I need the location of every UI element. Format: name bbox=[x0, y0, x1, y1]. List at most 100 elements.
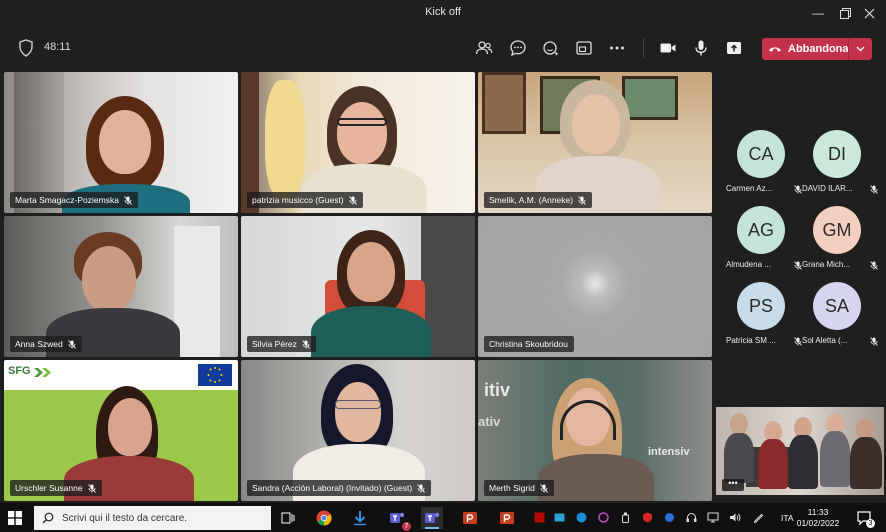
powerpoint-app[interactable] bbox=[459, 507, 481, 529]
attendee-name: Patricia SM ... bbox=[726, 336, 776, 345]
downloads-app[interactable] bbox=[349, 507, 371, 529]
participant-name: patrizia musicco (Guest) bbox=[252, 195, 344, 205]
participant-name: Christina Skoubridou bbox=[489, 339, 568, 349]
avatar: PS bbox=[737, 282, 785, 330]
video-tile[interactable]: itiv ativ intensiv Merth Sigrid bbox=[478, 360, 712, 501]
participant-nameplate: Marta Smagacz-Poziemska bbox=[10, 192, 138, 208]
reactions-button[interactable] bbox=[540, 37, 562, 59]
mic-off-icon bbox=[348, 195, 357, 205]
participant-name: Merth Sigrid bbox=[489, 483, 535, 493]
avatar: AG bbox=[737, 206, 785, 254]
video-tile[interactable]: Sandra (Acción Laboral) (Invitado) (Gues… bbox=[241, 360, 475, 501]
video-tile[interactable]: SFG Urschler Susanne bbox=[4, 360, 238, 501]
sync-tray-icon[interactable] bbox=[663, 511, 675, 524]
more-icon bbox=[610, 46, 624, 50]
avatar: DI bbox=[813, 130, 861, 178]
leave-options-button[interactable] bbox=[852, 42, 868, 56]
teams-icon bbox=[425, 512, 440, 523]
meeting-timer: 48:11 bbox=[44, 41, 71, 53]
headset-tray-icon[interactable] bbox=[685, 511, 697, 524]
participant-name: Anna Szwed bbox=[15, 339, 63, 349]
notifications-button[interactable]: 3 bbox=[856, 510, 875, 528]
participant-nameplate: Sandra (Acción Laboral) (Invitado) (Gues… bbox=[247, 480, 432, 496]
attendee-card[interactable]: CA Carmen Az... bbox=[726, 130, 802, 200]
microphone-button[interactable] bbox=[690, 37, 712, 59]
search-icon bbox=[42, 512, 54, 524]
system-clock[interactable]: 11:33 01/02/2022 bbox=[796, 507, 840, 529]
usb-tray-icon[interactable] bbox=[619, 511, 631, 524]
video-tile[interactable]: Silvia Pérez bbox=[241, 216, 475, 357]
powerpoint-app-2[interactable] bbox=[496, 507, 518, 529]
taskbar-search-input[interactable]: Scrivi qui il testo da cercare. bbox=[34, 506, 271, 530]
rooms-icon bbox=[576, 41, 592, 55]
network-tray-icon[interactable] bbox=[707, 511, 719, 524]
mic-off-icon bbox=[794, 185, 802, 194]
acrobat-tray-icon[interactable] bbox=[533, 511, 545, 524]
video-tile[interactable]: Anna Szwed bbox=[4, 216, 238, 357]
participant-nameplate: Urschler Susanne bbox=[10, 480, 102, 496]
clock-time: 11:33 bbox=[807, 507, 829, 517]
attendee-name: DAVID ILAR... bbox=[802, 184, 853, 193]
leave-button[interactable]: Abbandona bbox=[762, 38, 872, 60]
rooms-button[interactable] bbox=[573, 37, 595, 59]
notification-count: 3 bbox=[866, 519, 875, 528]
antivirus-tray-icon[interactable] bbox=[641, 511, 653, 524]
clock-date: 01/02/2022 bbox=[796, 518, 840, 528]
attendee-card[interactable]: DI DAVID ILAR... bbox=[802, 130, 878, 200]
attendee-name: Carmen Az... bbox=[726, 184, 773, 193]
self-view-video[interactable]: ••• bbox=[716, 407, 884, 495]
chrome-icon bbox=[316, 510, 332, 526]
mic-icon bbox=[695, 40, 707, 56]
participant-name: Marta Smagacz-Poziemska bbox=[15, 195, 119, 205]
participant-name: Smelik, A.M. (Anneke) bbox=[489, 195, 574, 205]
video-tile[interactable]: patrizia musicco (Guest) bbox=[241, 72, 475, 213]
close-icon bbox=[864, 8, 874, 18]
chrome-app[interactable] bbox=[313, 507, 335, 529]
camera-button[interactable] bbox=[657, 37, 679, 59]
toolbar-divider bbox=[643, 38, 644, 58]
video-tile[interactable]: Marta Smagacz-Poziemska bbox=[4, 72, 238, 213]
wall-text: ativ bbox=[478, 414, 501, 429]
attendee-card[interactable]: GM Grana Mich... bbox=[802, 206, 878, 276]
windows-start-icon[interactable] bbox=[8, 511, 22, 525]
share-button[interactable] bbox=[723, 37, 745, 59]
window-title: Kick off bbox=[425, 6, 461, 18]
powerpoint-icon bbox=[463, 512, 477, 524]
participant-nameplate: Smelik, A.M. (Anneke) bbox=[484, 192, 593, 208]
photo-tray-icon[interactable] bbox=[553, 511, 565, 524]
task-view-button[interactable] bbox=[277, 507, 299, 529]
participant-nameplate: Anna Szwed bbox=[10, 336, 82, 352]
attendee-card[interactable]: SA Sol Aletta (... bbox=[802, 282, 878, 352]
more-actions-button[interactable] bbox=[606, 37, 628, 59]
chat-icon bbox=[510, 40, 526, 57]
video-tile[interactable]: Smelik, A.M. (Anneke) bbox=[478, 72, 712, 213]
share-icon bbox=[727, 42, 741, 54]
hang-up-icon bbox=[769, 47, 781, 52]
restore-icon bbox=[839, 7, 851, 19]
teams-app-secondary[interactable]: 7 bbox=[386, 507, 411, 531]
mic-off-icon bbox=[578, 195, 586, 205]
shield-icon bbox=[19, 39, 33, 57]
leave-label: Abbandona bbox=[788, 43, 849, 55]
attendee-card[interactable]: AG Almudena ... bbox=[726, 206, 802, 276]
network-app-tray-icon[interactable] bbox=[597, 511, 609, 524]
attendee-name: Almudena ... bbox=[726, 260, 771, 269]
participant-name: Urschler Susanne bbox=[15, 483, 83, 493]
video-tile[interactable]: Christina Skoubridou bbox=[478, 216, 712, 357]
pen-tray-icon[interactable] bbox=[752, 511, 764, 524]
language-indicator[interactable]: ITA bbox=[781, 513, 794, 523]
mic-off-icon bbox=[302, 339, 310, 349]
teams-app[interactable] bbox=[421, 507, 443, 529]
chat-button[interactable] bbox=[507, 37, 529, 59]
self-view-more-button[interactable]: ••• bbox=[722, 479, 744, 491]
volume-tray-icon[interactable] bbox=[729, 511, 741, 524]
participants-button[interactable] bbox=[473, 37, 495, 59]
hp-tray-icon[interactable] bbox=[575, 511, 587, 524]
sfg-chevron-logo bbox=[34, 368, 51, 377]
attendee-card[interactable]: PS Patricia SM ... bbox=[726, 282, 802, 352]
mic-off-icon bbox=[67, 339, 76, 349]
sfg-logo: SFG bbox=[8, 365, 31, 377]
powerpoint-icon bbox=[500, 512, 514, 524]
participant-nameplate: Christina Skoubridou bbox=[484, 336, 574, 352]
close-button[interactable] bbox=[852, 0, 886, 26]
